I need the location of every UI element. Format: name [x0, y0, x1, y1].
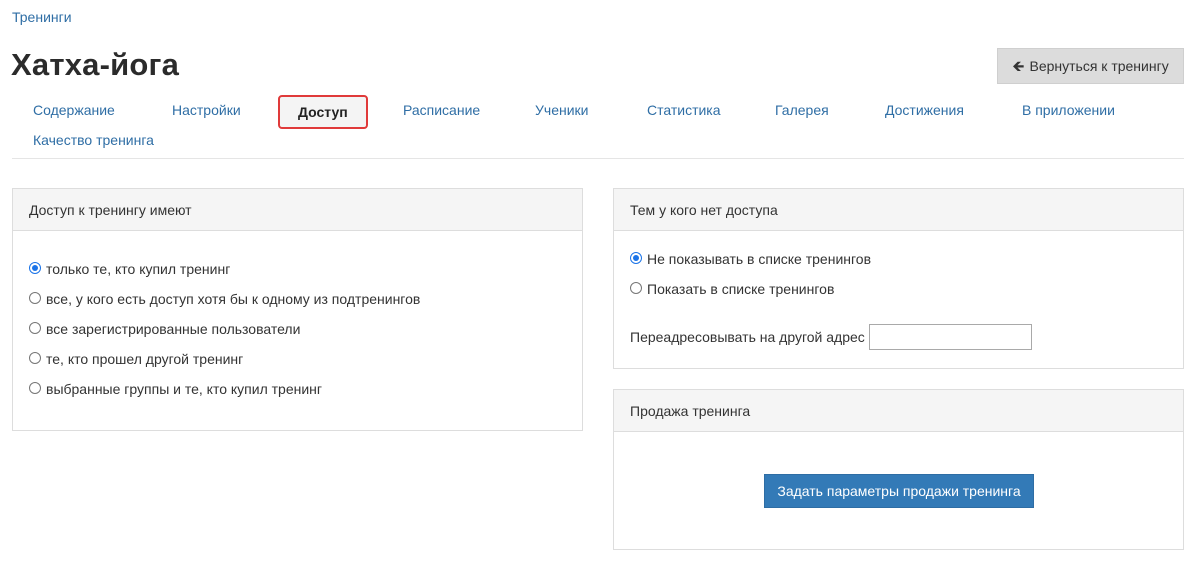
- tab-content[interactable]: Содержание: [33, 102, 115, 118]
- back-button-label: Вернуться к тренингу: [1029, 58, 1169, 74]
- tab-gallery[interactable]: Галерея: [775, 102, 829, 118]
- breadcrumb-trainings-link[interactable]: Тренинги: [12, 9, 72, 25]
- radio-unchecked-icon[interactable]: [630, 282, 642, 294]
- arrow-left-icon: 🡸: [1012, 57, 1025, 75]
- sale-panel: Продажа тренинга Задать параметры продаж…: [613, 389, 1184, 550]
- no-access-option-hide[interactable]: Не показывать в списке тренингов: [630, 244, 1167, 274]
- access-option-purchased[interactable]: только те, кто купил тренинг: [29, 254, 566, 284]
- redirect-label: Переадресовывать на другой адрес: [630, 329, 865, 345]
- access-option-subtrainings[interactable]: все, у кого есть доступ хотя бы к одному…: [29, 284, 566, 314]
- tab-achievements[interactable]: Достижения: [885, 102, 964, 118]
- tab-training-quality[interactable]: Качество тренинга: [33, 132, 154, 148]
- radio-checked-icon[interactable]: [630, 252, 642, 264]
- no-access-option-label: Показать в списке тренингов: [647, 281, 835, 297]
- access-option-groups[interactable]: выбранные группы и те, кто купил тренинг: [29, 374, 566, 404]
- tab-schedule[interactable]: Расписание: [403, 102, 480, 118]
- access-option-label: те, кто прошел другой тренинг: [46, 351, 244, 367]
- access-option-label: только те, кто купил тренинг: [46, 261, 231, 277]
- access-option-label: выбранные группы и те, кто купил тренинг: [46, 381, 323, 397]
- tab-statistics[interactable]: Статистика: [647, 102, 721, 118]
- no-access-panel: Тем у кого нет доступа Не показывать в с…: [613, 188, 1184, 369]
- access-option-registered[interactable]: все зарегистрированные пользователи: [29, 314, 566, 344]
- no-access-option-show[interactable]: Показать в списке тренингов: [630, 274, 1167, 304]
- access-option-label: все, у кого есть доступ хотя бы к одному…: [46, 291, 421, 307]
- no-access-option-label: Не показывать в списке тренингов: [647, 251, 872, 267]
- radio-unchecked-icon[interactable]: [29, 382, 41, 394]
- no-access-panel-heading: Тем у кого нет доступа: [614, 189, 1183, 231]
- radio-unchecked-icon[interactable]: [29, 292, 41, 304]
- back-to-training-button[interactable]: 🡸 Вернуться к тренингу: [997, 48, 1184, 84]
- access-panel: Доступ к тренингу имеют только те, кто к…: [12, 188, 583, 431]
- access-option-label: все зарегистрированные пользователи: [46, 321, 301, 337]
- redirect-row: Переадресовывать на другой адрес: [630, 324, 1167, 350]
- page-title: Хатха-йога: [11, 47, 180, 82]
- access-panel-heading: Доступ к тренингу имеют: [13, 189, 582, 231]
- tab-bar: Содержание Настройки Доступ Расписание У…: [12, 92, 1184, 159]
- sale-panel-heading: Продажа тренинга: [614, 390, 1183, 432]
- tab-settings[interactable]: Настройки: [172, 102, 241, 118]
- radio-checked-icon[interactable]: [29, 262, 41, 274]
- redirect-url-input[interactable]: [868, 324, 1032, 350]
- radio-unchecked-icon[interactable]: [29, 352, 41, 364]
- set-sale-params-button[interactable]: Задать параметры продажи тренинга: [764, 474, 1034, 508]
- tab-in-app[interactable]: В приложении: [1022, 102, 1115, 118]
- tab-students[interactable]: Ученики: [535, 102, 588, 118]
- radio-unchecked-icon[interactable]: [29, 322, 41, 334]
- tab-access[interactable]: Доступ: [278, 95, 368, 129]
- access-option-other-training[interactable]: те, кто прошел другой тренинг: [29, 344, 566, 374]
